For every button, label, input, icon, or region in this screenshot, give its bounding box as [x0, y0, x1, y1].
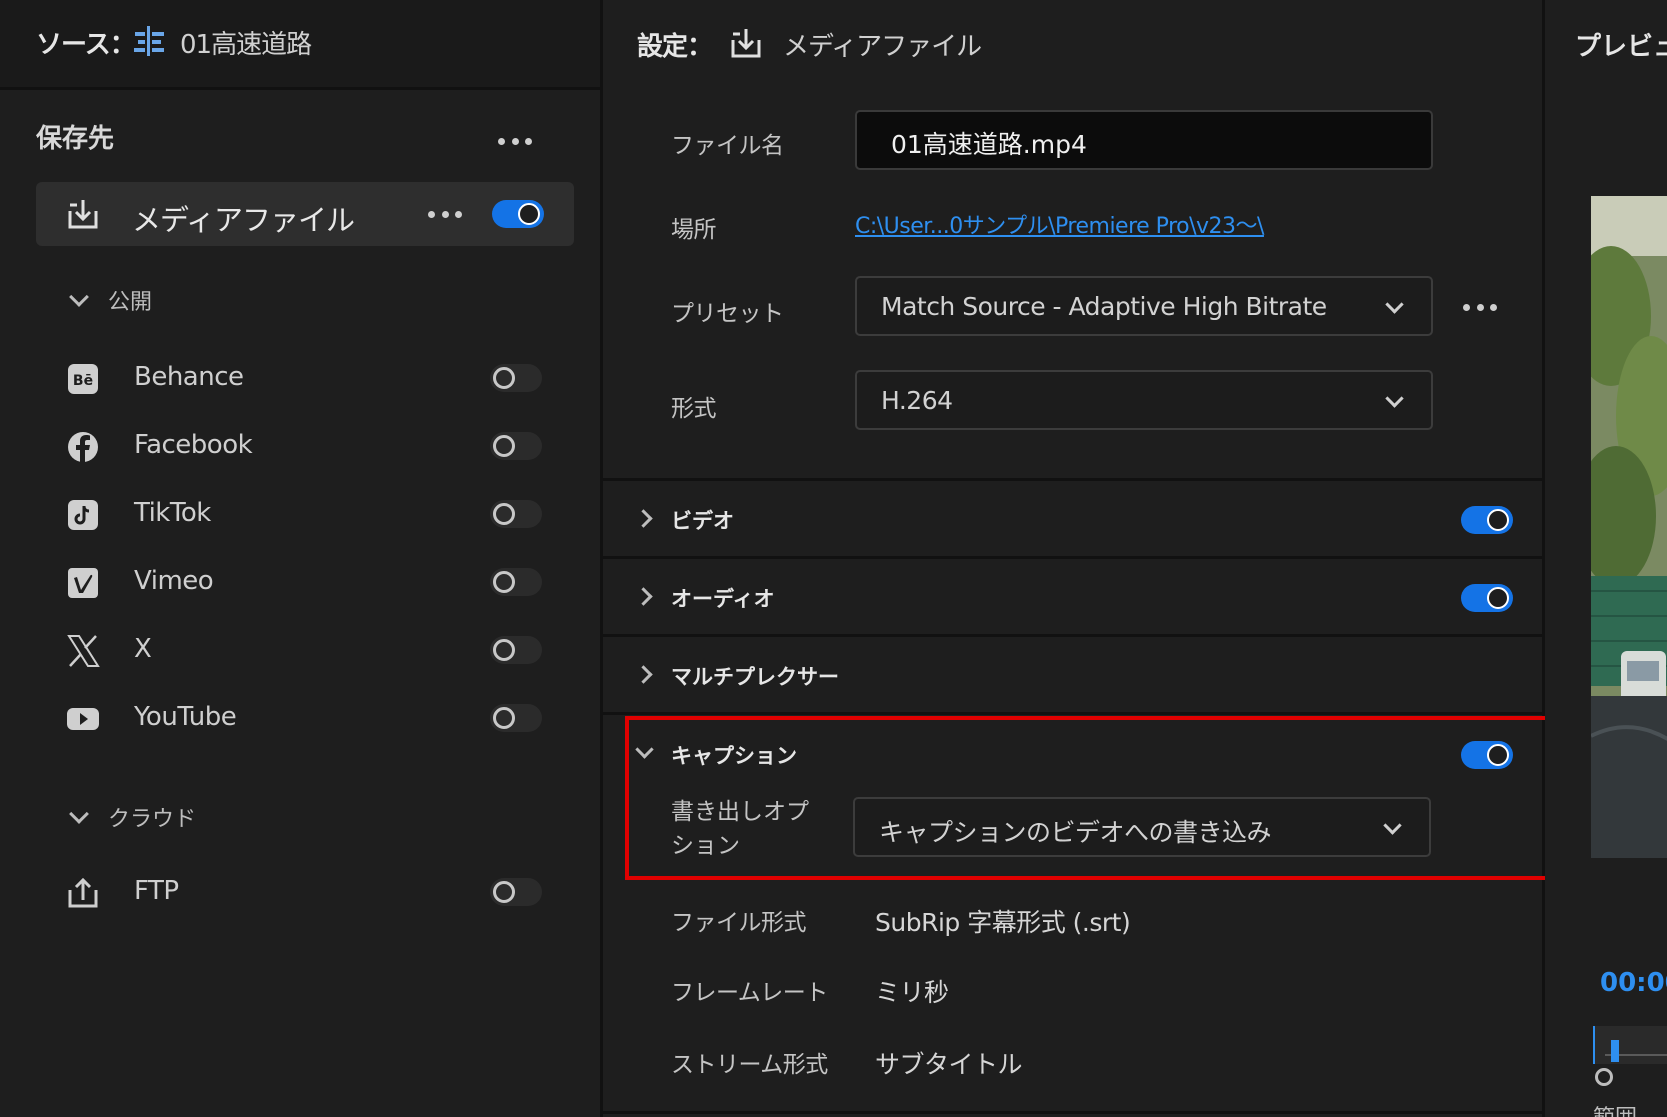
- destination-title: 保存先: [36, 124, 115, 154]
- publish-group-header[interactable]: 公開: [66, 285, 152, 315]
- file-format-value: SubRip 字幕形式 (.srt): [875, 908, 1131, 937]
- media-file-more-button[interactable]: [428, 207, 462, 221]
- service-row-vimeo[interactable]: Vimeo: [66, 560, 546, 604]
- preset-select[interactable]: Match Source - Adaptive High Bitrate: [855, 276, 1433, 336]
- service-label: Behance: [134, 362, 244, 392]
- chevron-down-icon: [69, 287, 89, 307]
- timecode: 00:00: [1600, 968, 1667, 998]
- chevron-right-icon: [634, 509, 653, 528]
- chevron-down-icon: [1385, 389, 1404, 408]
- frame-rate-label: フレームレート: [671, 980, 828, 1006]
- audio-toggle[interactable]: [1461, 584, 1513, 612]
- service-label: TikTok: [134, 498, 211, 528]
- behance-icon: Bē: [68, 364, 98, 394]
- location-link[interactable]: C:\User...0サンプル\Premiere Pro\v23～\: [855, 208, 1264, 240]
- source-header: ソース： 01高速道路: [0, 0, 600, 90]
- filename-input[interactable]: 01高速道路.mp4: [855, 110, 1433, 170]
- settings-title: メディアファイル: [783, 32, 982, 62]
- format-select[interactable]: H.264: [855, 370, 1433, 430]
- multiplexer-section-label: マルチプレクサー: [671, 665, 839, 689]
- x-icon: [67, 635, 100, 667]
- download-icon: [731, 29, 761, 58]
- file-format-label: ファイル形式: [671, 910, 807, 936]
- preview-panel: プレビュー 00:00 範囲: [1545, 0, 1667, 1117]
- facebook-toggle[interactable]: [490, 432, 542, 460]
- service-label: X: [134, 634, 152, 664]
- export-option-select[interactable]: キャプションのビデオへの書き込み: [853, 797, 1431, 857]
- caption-section-label[interactable]: キャプション: [671, 740, 797, 770]
- in-point-marker[interactable]: [1595, 1068, 1613, 1086]
- behance-toggle[interactable]: [490, 364, 542, 392]
- video-section-label: ビデオ: [671, 509, 734, 533]
- service-row-tiktok[interactable]: TikTok: [66, 492, 546, 536]
- source-name: 01高速道路: [180, 30, 312, 60]
- cloud-group-label: クラウド: [108, 807, 197, 832]
- chevron-down-icon: [1385, 295, 1404, 314]
- youtube-icon: [67, 708, 99, 730]
- service-row-youtube[interactable]: YouTube: [66, 696, 546, 740]
- chevron-down-icon[interactable]: [635, 740, 654, 759]
- vimeo-icon: [68, 568, 98, 598]
- media-file-destination[interactable]: メディアファイル: [36, 182, 574, 246]
- frame-rate-value: ミリ秒: [875, 978, 949, 1007]
- chevron-down-icon: [69, 804, 89, 824]
- service-label: YouTube: [134, 702, 237, 732]
- sequence-icon: [134, 26, 164, 56]
- caption-toggle[interactable]: [1461, 741, 1513, 769]
- chevron-down-icon: [1383, 816, 1402, 835]
- tiktok-toggle[interactable]: [490, 500, 542, 528]
- ftp-toggle[interactable]: [490, 878, 542, 906]
- cloud-group-header[interactable]: クラウド: [66, 802, 196, 832]
- chevron-right-icon: [634, 587, 653, 606]
- location-label: 場所: [671, 217, 717, 243]
- divider: [603, 1111, 1542, 1114]
- service-row-behance[interactable]: Bē Behance: [66, 356, 546, 400]
- preview-title: プレビュー: [1575, 32, 1667, 62]
- publish-group-label: 公開: [108, 290, 153, 315]
- preview-video-frame[interactable]: [1591, 196, 1667, 858]
- source-label: ソース：: [36, 30, 136, 60]
- x-toggle[interactable]: [490, 636, 542, 664]
- facebook-icon: [68, 432, 98, 463]
- caption-section: キャプション 書き出しオプション キャプションのビデオへの書き込み ファイル形式…: [603, 712, 1549, 1114]
- chevron-right-icon: [634, 665, 653, 684]
- preset-more-button[interactable]: [1463, 300, 1497, 314]
- audio-section-label: オーディオ: [671, 587, 775, 611]
- youtube-toggle[interactable]: [490, 704, 542, 732]
- filename-label: ファイル名: [671, 133, 784, 159]
- download-icon: [68, 200, 98, 229]
- service-label: Facebook: [134, 430, 253, 460]
- service-label: FTP: [134, 876, 179, 906]
- vimeo-toggle[interactable]: [490, 568, 542, 596]
- stream-format-label: ストリーム形式: [671, 1052, 828, 1078]
- multiplexer-section-header[interactable]: マルチプレクサー: [603, 634, 1542, 712]
- service-label: Vimeo: [134, 566, 214, 596]
- media-file-toggle[interactable]: [492, 200, 544, 228]
- preset-value: Match Source - Adaptive High Bitrate: [881, 292, 1327, 321]
- media-file-label: メディアファイル: [132, 203, 355, 237]
- range-label: 範囲: [1593, 1100, 1637, 1117]
- format-value: H.264: [881, 386, 953, 415]
- destination-panel: ソース： 01高速道路 保存先 メディアファイル 公開 Bē Behance F…: [0, 0, 600, 1117]
- export-option-label: 書き出しオプション: [671, 799, 809, 859]
- timeline-scrubber[interactable]: [1593, 1026, 1667, 1064]
- format-label: 形式: [671, 396, 717, 422]
- export-option-value: キャプションのビデオへの書き込み: [879, 818, 1272, 847]
- settings-panel: 設定： メディアファイル ファイル名 01高速道路.mp4 場所 C:\User…: [600, 0, 1549, 1117]
- preset-label: プリセット: [671, 301, 784, 327]
- playhead[interactable]: [1611, 1040, 1619, 1062]
- service-row-ftp[interactable]: FTP: [66, 870, 546, 914]
- tiktok-icon: [68, 500, 98, 530]
- service-row-x[interactable]: X: [66, 628, 546, 672]
- upload-icon: [68, 877, 98, 908]
- video-section-header[interactable]: ビデオ: [603, 478, 1542, 556]
- stream-format-value: サブタイトル: [875, 1050, 1023, 1079]
- service-row-facebook[interactable]: Facebook: [66, 424, 546, 468]
- audio-section-header[interactable]: オーディオ: [603, 556, 1542, 634]
- svg-text:Bē: Bē: [73, 373, 93, 389]
- video-toggle[interactable]: [1461, 506, 1513, 534]
- settings-label: 設定：: [637, 32, 713, 62]
- destination-more-button[interactable]: [498, 134, 532, 148]
